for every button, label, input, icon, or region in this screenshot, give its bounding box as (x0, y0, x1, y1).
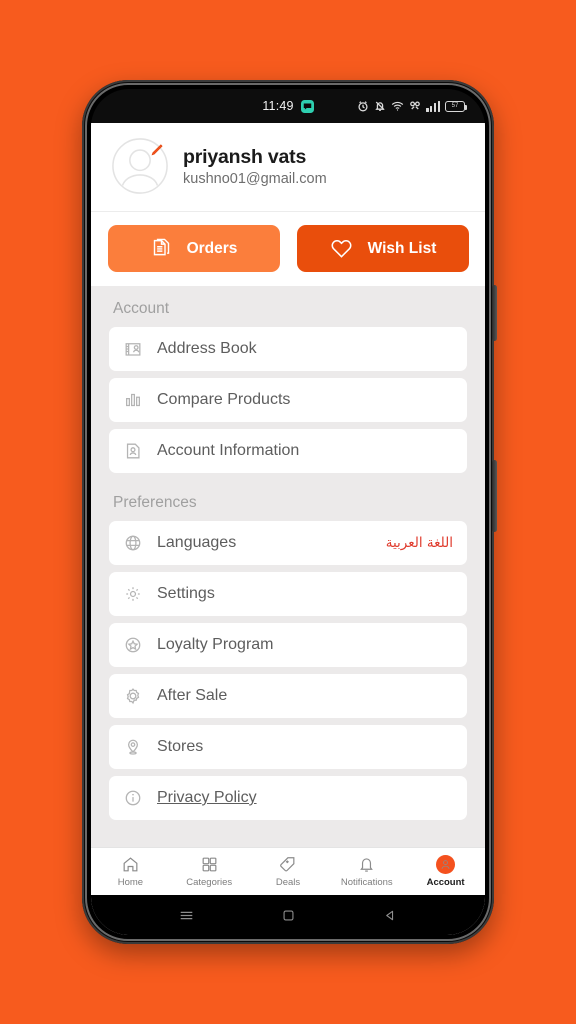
info-circle-icon (123, 788, 143, 808)
chat-badge-icon (300, 99, 314, 113)
alarm-icon (358, 101, 368, 112)
avatar[interactable] (111, 137, 169, 195)
tab-deals[interactable]: Deals (249, 848, 328, 895)
tab-label: Home (117, 877, 144, 888)
home-icon (121, 855, 140, 874)
list-item-loyalty-program[interactable]: Loyalty Program (109, 623, 467, 667)
heart-icon (331, 240, 352, 258)
status-time: 11:49 (262, 99, 294, 113)
section-title-account: Account (113, 300, 170, 317)
tag-icon (278, 855, 297, 874)
tab-label: Account (426, 877, 465, 888)
list-item-compare-products[interactable]: Compare Products (109, 378, 467, 422)
list-item-after-sale[interactable]: After Sale (109, 674, 467, 718)
tab-label: Notifications (340, 877, 393, 888)
list-item-label: Account Information (157, 442, 300, 459)
gear-outline-icon (123, 686, 143, 706)
status-bar: 11:49 57 (91, 89, 485, 123)
screenshot-stage: 11:49 57 priyansh vats kushno01@gmail.co… (0, 0, 576, 1024)
grid-icon (200, 855, 219, 874)
app-content: priyansh vats kushno01@gmail.com Orders … (91, 123, 485, 935)
back-button[interactable] (383, 908, 398, 923)
recents-button[interactable] (178, 907, 195, 924)
status-bar-right: 57 (357, 100, 467, 112)
section-title-preferences: Preferences (113, 494, 197, 511)
profile-header[interactable]: priyansh vats kushno01@gmail.com (91, 123, 485, 212)
globe-icon (123, 533, 143, 553)
wifi-icon (392, 101, 404, 111)
gear-icon (123, 584, 143, 604)
tab-account[interactable]: Account (406, 848, 485, 895)
star-circle-icon (123, 635, 143, 655)
map-pin-icon (123, 737, 143, 757)
phone-screen: 11:49 57 priyansh vats kushno01@gmail.co… (91, 89, 485, 935)
bar-chart-icon (123, 390, 143, 410)
home-button[interactable] (281, 908, 296, 923)
triangle-back-icon (386, 910, 393, 920)
list-item-label: Stores (157, 738, 204, 755)
phone-frame: 11:49 57 priyansh vats kushno01@gmail.co… (82, 80, 497, 944)
menu-icon (180, 911, 193, 919)
list-item-languages[interactable]: Languages اللغة العربية (109, 521, 467, 565)
profile-email: kushno01@gmail.com (183, 171, 327, 188)
orders-button-label: Orders (186, 239, 238, 257)
tab-notifications[interactable]: Notifications (327, 848, 406, 895)
tab-label: Deals (275, 877, 301, 888)
orders-button[interactable]: Orders (108, 225, 280, 272)
android-nav-bar (91, 895, 485, 935)
list-item-label: Compare Products (157, 391, 291, 408)
bottom-nav: Home Categories Deals Notifications Acco… (91, 847, 485, 895)
language-arabic-link[interactable]: اللغة العربية (386, 535, 453, 551)
signal-bars-icon (426, 100, 440, 112)
documents-icon (153, 238, 169, 256)
list-item-label: Settings (157, 585, 215, 602)
tab-home[interactable]: Home (91, 848, 170, 895)
list-item-settings[interactable]: Settings (109, 572, 467, 616)
tab-label: Categories (186, 877, 233, 888)
wishlist-button[interactable]: Wish List (297, 225, 469, 272)
list-item-label: Address Book (157, 340, 257, 357)
power-button[interactable] (492, 285, 497, 341)
list-item-label: Loyalty Program (157, 636, 274, 653)
list-item-label: Privacy Policy (157, 789, 257, 806)
battery-icon: 57 (445, 100, 467, 112)
square-icon (284, 910, 294, 920)
tab-categories[interactable]: Categories (170, 848, 249, 895)
quick-actions: Orders Wish List (91, 212, 485, 286)
settings-list[interactable]: Account Address Book Compare Products Ac… (91, 286, 485, 847)
bell-icon (357, 855, 376, 874)
profile-text: priyansh vats kushno01@gmail.com (183, 145, 327, 187)
list-item-stores[interactable]: Stores (109, 725, 467, 769)
list-item-label: Languages (157, 534, 237, 551)
profile-name: priyansh vats (183, 145, 307, 168)
account-person-icon (436, 855, 456, 874)
phone-bezel: 11:49 57 priyansh vats kushno01@gmail.co… (85, 83, 491, 941)
list-item-account-information[interactable]: Account Information (109, 429, 467, 473)
volume-button[interactable] (492, 460, 497, 532)
address-card-icon (123, 339, 143, 359)
pencil-icon[interactable] (149, 143, 164, 158)
battery-level: 57 (451, 103, 459, 109)
bell-mute-icon (375, 101, 385, 112)
list-item-address-book[interactable]: Address Book (109, 327, 467, 371)
list-item-privacy-policy[interactable]: Privacy Policy (109, 776, 467, 820)
document-person-icon (123, 441, 143, 461)
wishlist-button-label: Wish List (367, 239, 437, 257)
vpn-key-icon (410, 101, 421, 110)
list-item-label: After Sale (157, 687, 228, 704)
